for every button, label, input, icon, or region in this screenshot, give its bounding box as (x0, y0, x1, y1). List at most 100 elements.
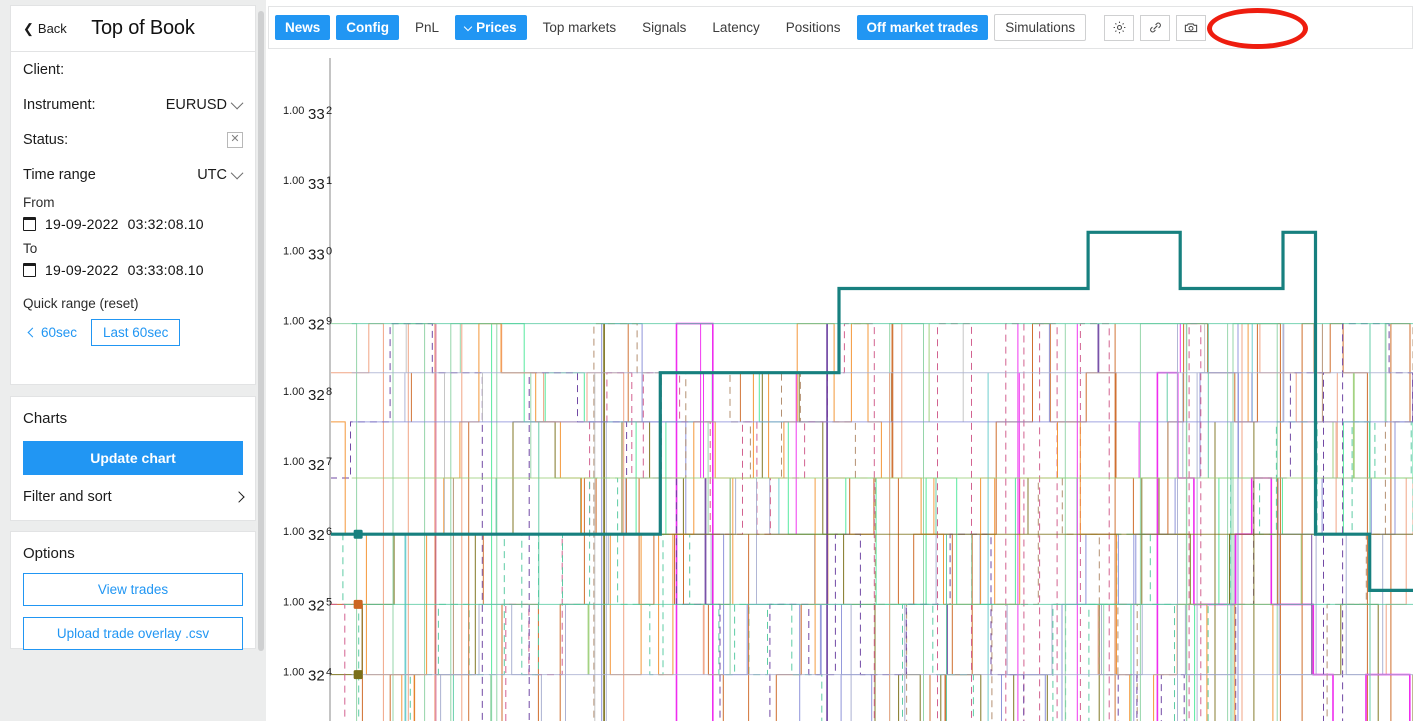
charts-panel: Charts Update chart Filter and sort (10, 396, 256, 521)
options-section-title: Options (23, 545, 75, 562)
price-chart-panel[interactable]: 1.00 33 2 1.00 33 1 1.00 33 0 1.00 32 9 1.00 32 8 1.00 3… (268, 50, 1413, 721)
svg-text:32: 32 (308, 457, 325, 474)
svg-text:1.00: 1.00 (283, 386, 304, 398)
svg-text:32: 32 (308, 527, 325, 544)
quick-range-prev-button[interactable]: 60sec (23, 321, 83, 344)
status-label: Status: (23, 131, 69, 148)
svg-text:9: 9 (326, 316, 332, 328)
quick-range-label: Quick range (reset) (23, 296, 139, 311)
from-date-input[interactable]: 19-09-2022 (45, 216, 119, 232)
chart-series-line (331, 323, 1413, 721)
chart-series-line (331, 372, 1413, 721)
chevron-down-icon (230, 166, 244, 180)
from-label: From (23, 195, 55, 210)
main-content: News Config PnL Prices Top markets Signals Lat… (266, 0, 1413, 721)
quick-range-controls: 60sec Last 60sec (23, 319, 243, 346)
timezone-value: UTC (197, 166, 227, 183)
from-time-input[interactable]: 03:32:08.10 (128, 216, 204, 232)
camera-icon[interactable] (1176, 14, 1207, 41)
left-sidebar: ❮ Back Top of Book Client: Instrument: E… (0, 0, 266, 721)
tab-top-markets[interactable]: Top markets (533, 15, 627, 40)
field-client: Client: (23, 52, 243, 87)
svg-text:1.00: 1.00 (283, 175, 304, 187)
y-axis-tick-label: 1.00 32 6 (283, 526, 332, 544)
tab-positions[interactable]: Positions (776, 15, 851, 40)
series-start-marker (353, 670, 363, 680)
svg-text:1.00: 1.00 (283, 105, 304, 117)
svg-text:33: 33 (308, 106, 325, 123)
tab-off-market-trades[interactable]: Off market trades (856, 15, 989, 40)
status-clear-button[interactable]: ✕ (227, 131, 243, 148)
top-of-book-line (331, 230, 1413, 592)
y-axis-tick-label: 1.00 32 9 (283, 316, 332, 334)
to-label: To (23, 241, 38, 256)
price-chart[interactable]: 1.00 33 21.00 33 11.00 33 01.00 32 91.00 32 81.00 3… (268, 50, 1413, 721)
sidebar-header: ❮ Back Top of Book (10, 5, 256, 52)
tab-news[interactable]: News (275, 15, 331, 40)
gear-icon[interactable] (1104, 14, 1135, 41)
chart-series-line (331, 323, 1274, 721)
chart-series-line (593, 323, 1413, 721)
y-axis-tick-label: 1.00 32 8 (283, 386, 332, 404)
to-date-input[interactable]: 19-09-2022 (45, 262, 119, 278)
chevron-right-icon (233, 491, 245, 503)
from-datetime-row[interactable]: 19-09-2022 03:32:08.10 (23, 210, 243, 238)
chevron-left-icon (27, 327, 38, 338)
y-axis-tick-label: 1.00 33 2 (283, 105, 332, 123)
chart-series-line (331, 323, 1413, 721)
upload-trade-overlay-button[interactable]: Upload trade overlay .csv (23, 617, 243, 650)
chart-series-line (331, 323, 1278, 721)
application-window: ❮ Back Top of Book Client: Instrument: E… (0, 0, 1413, 721)
filter-and-sort-row[interactable]: Filter and sort (23, 489, 245, 505)
svg-text:32: 32 (308, 668, 325, 685)
series-start-marker (353, 599, 363, 609)
sidebar-scrollbar-thumb[interactable] (258, 11, 264, 651)
query-form-panel: Client: Instrument: EURUSD Status: ✕ Tim… (10, 52, 256, 385)
svg-text:1.00: 1.00 (283, 667, 304, 679)
back-label: Back (37, 21, 67, 36)
svg-text:8: 8 (326, 386, 332, 398)
chart-series-line (331, 323, 1202, 721)
calendar-icon (23, 263, 36, 277)
tab-latency[interactable]: Latency (702, 15, 769, 40)
svg-text:4: 4 (326, 667, 332, 679)
chart-series-line (601, 323, 1413, 721)
link-icon[interactable] (1140, 14, 1171, 41)
field-time-range[interactable]: Time range UTC (23, 157, 244, 192)
field-status: Status: ✕ (23, 122, 243, 157)
svg-text:5: 5 (326, 596, 332, 608)
to-time-input[interactable]: 03:33:08.10 (128, 262, 204, 278)
instrument-select[interactable]: EURUSD (165, 96, 244, 113)
back-button[interactable]: ❮ Back (23, 21, 67, 36)
field-instrument[interactable]: Instrument: EURUSD (23, 87, 244, 122)
quick-range-prev-label: 60sec (41, 325, 78, 340)
y-axis-tick-label: 1.00 33 0 (283, 245, 332, 263)
tab-signals[interactable]: Signals (632, 15, 696, 40)
to-datetime-row[interactable]: 19-09-2022 03:33:08.10 (23, 256, 243, 284)
svg-text:33: 33 (308, 176, 325, 193)
svg-text:1: 1 (326, 175, 332, 187)
svg-text:6: 6 (326, 526, 332, 538)
timezone-select[interactable]: UTC (197, 166, 244, 183)
chevron-down-icon (463, 22, 473, 32)
client-label: Client: (23, 61, 65, 78)
page-title: Top of Book (91, 17, 195, 39)
svg-text:1.00: 1.00 (283, 245, 304, 257)
chevron-left-icon: ❮ (23, 21, 34, 36)
svg-text:32: 32 (308, 387, 325, 404)
calendar-icon (23, 217, 36, 231)
tab-pnl[interactable]: PnL (405, 15, 449, 40)
svg-text:1.00: 1.00 (283, 316, 304, 328)
update-chart-button[interactable]: Update chart (23, 441, 243, 475)
tab-prices[interactable]: Prices (455, 15, 527, 40)
tab-config[interactable]: Config (336, 15, 400, 40)
instrument-value: EURUSD (165, 96, 227, 113)
view-trades-button[interactable]: View trades (23, 573, 243, 606)
chevron-down-icon (230, 96, 244, 110)
quick-range-last-button[interactable]: Last 60sec (91, 319, 181, 346)
tab-simulations[interactable]: Simulations (994, 14, 1087, 41)
chart-series-line (491, 323, 1413, 721)
tab-label: Prices (476, 20, 517, 35)
sidebar-scrollbar-track[interactable] (258, 5, 265, 721)
options-panel: Options View trades Upload trade overlay… (10, 531, 256, 650)
